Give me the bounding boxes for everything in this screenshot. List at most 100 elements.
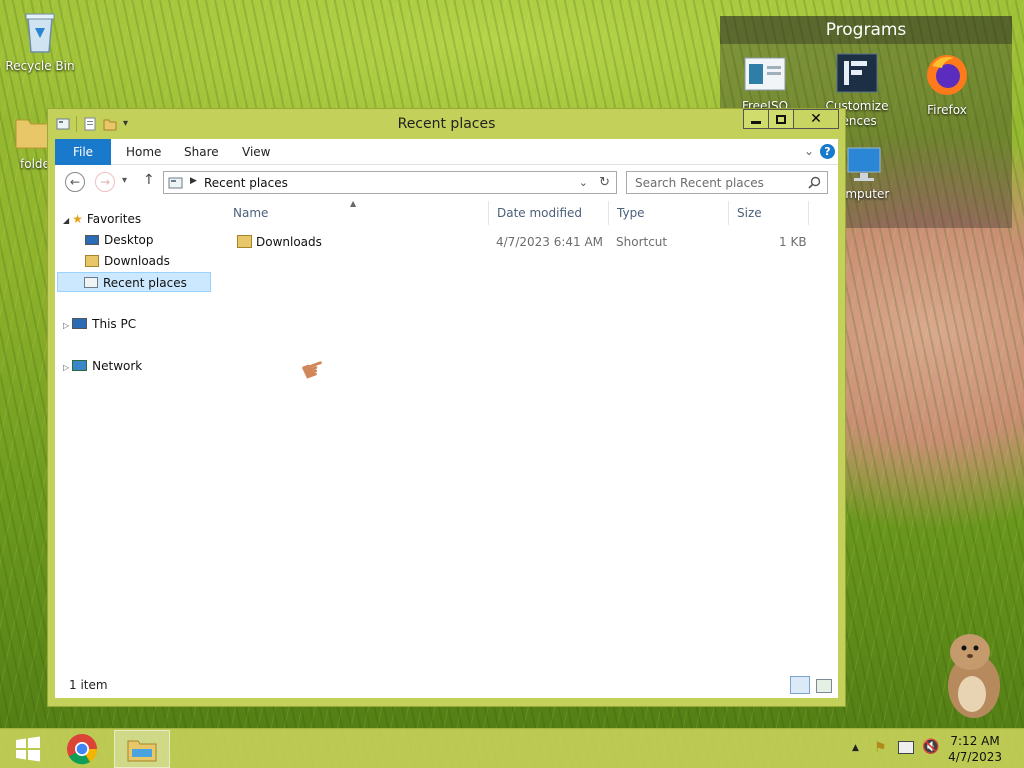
- title-bar[interactable]: ▾ Recent places ✕: [48, 109, 845, 139]
- downloads-folder-icon: [85, 255, 99, 267]
- column-header-size[interactable]: Size: [729, 201, 809, 225]
- minimize-button[interactable]: [743, 109, 769, 129]
- explorer-window: ▾ Recent places ✕ File Home Share View ⌄…: [47, 108, 846, 707]
- nav-favorites[interactable]: ◢ ★ Favorites: [63, 209, 213, 229]
- ribbon: File Home Share View ⌄ ?: [55, 139, 838, 165]
- network-tray-icon[interactable]: [898, 741, 914, 754]
- fence-title: Programs: [720, 16, 1012, 44]
- maximize-icon: [776, 114, 786, 124]
- computer-shortcut[interactable]: omputer: [838, 146, 928, 201]
- fences-app-icon: [836, 53, 878, 93]
- firefox-label: Firefox: [927, 103, 967, 117]
- column-header-type[interactable]: Type: [609, 201, 729, 225]
- nav-desktop-label: Desktop: [104, 233, 154, 247]
- row-type: Shortcut: [616, 235, 668, 249]
- taskbar-file-explorer[interactable]: [114, 730, 170, 768]
- nav-recent-places-label: Recent places: [103, 276, 187, 290]
- nav-recent-places[interactable]: Recent places: [57, 272, 211, 292]
- navigation-bar: ← → ▾ ↑ ▶ Recent places ⌄ ↻ Search Recen…: [55, 165, 838, 199]
- status-item-count: 1 item: [69, 678, 108, 692]
- address-history-chevron-icon[interactable]: ⌄: [579, 176, 588, 189]
- downloads-shortcut-icon: [237, 235, 252, 248]
- tab-home[interactable]: Home: [126, 139, 161, 165]
- minimize-icon: [751, 120, 761, 124]
- maximize-button[interactable]: [768, 109, 794, 129]
- hand-cursor-icon: ☛: [296, 349, 331, 390]
- recent-locations-chevron-icon[interactable]: ▾: [122, 175, 127, 186]
- trash-icon: [25, 13, 55, 53]
- nav-network-label: Network: [92, 359, 143, 373]
- collapsed-chevron-icon[interactable]: ▷: [63, 321, 69, 330]
- recent-places-icon: [84, 277, 98, 288]
- taskbar: ▲ ⚑ 🔇 7:12 AM 4/7/2023: [0, 728, 1024, 768]
- nav-this-pc-label: This PC: [92, 317, 137, 331]
- details-view-button[interactable]: [790, 676, 810, 694]
- address-bar[interactable]: ▶ Recent places ⌄ ↻: [163, 171, 617, 194]
- firefox-icon: [927, 55, 967, 95]
- app-window-icon: [744, 57, 786, 91]
- volume-muted-icon[interactable]: 🔇: [922, 739, 939, 755]
- network-icon: [72, 360, 88, 371]
- nav-downloads[interactable]: Downloads: [85, 251, 211, 271]
- forward-button[interactable]: →: [95, 172, 115, 192]
- navigation-pane[interactable]: ◢ ★ Favorites Desktop Downloads Recent pla…: [55, 199, 215, 698]
- nav-downloads-label: Downloads: [104, 254, 170, 268]
- hamster-mascot[interactable]: [942, 624, 1004, 722]
- desktop-icon: [85, 235, 99, 245]
- refresh-icon[interactable]: ↻: [599, 175, 610, 190]
- close-button[interactable]: ✕: [793, 109, 839, 129]
- column-header-date-modified[interactable]: Date modified: [489, 201, 609, 225]
- recycle-bin-label: Recycle Bin: [5, 59, 75, 73]
- breadcrumb[interactable]: Recent places: [204, 176, 288, 190]
- file-list[interactable]: ▲ Name Date modified Type Size Downloads…: [217, 199, 838, 698]
- up-arrow-icon: ↑: [143, 172, 155, 188]
- search-placeholder: Search Recent places: [635, 176, 764, 190]
- star-icon: ★: [72, 212, 83, 226]
- column-header-name[interactable]: Name: [225, 201, 489, 225]
- row-name[interactable]: Downloads: [256, 235, 322, 249]
- collapsed-chevron-icon[interactable]: ▷: [63, 363, 69, 372]
- up-button[interactable]: ↑: [143, 172, 155, 188]
- start-button[interactable]: [0, 730, 56, 768]
- search-box[interactable]: Search Recent places: [626, 171, 828, 194]
- expanded-chevron-icon[interactable]: ◢: [63, 216, 69, 225]
- tab-view[interactable]: View: [242, 139, 270, 165]
- nav-network[interactable]: ▷ Network: [63, 356, 213, 376]
- nav-favorites-label: Favorites: [86, 212, 142, 226]
- clock-date: 4/7/2023: [948, 750, 1002, 764]
- window-title: Recent places: [397, 116, 496, 132]
- breadcrumb-separator-icon[interactable]: ▶: [190, 176, 197, 186]
- freeiso-shortcut[interactable]: FreeISO: [720, 56, 810, 113]
- recent-places-icon: [168, 177, 183, 189]
- row-date-modified: 4/7/2023 6:41 AM: [496, 235, 604, 249]
- help-icon[interactable]: ?: [820, 144, 835, 159]
- window-controls: ✕: [743, 109, 839, 129]
- forward-arrow-icon: →: [99, 175, 111, 189]
- taskbar-chrome[interactable]: [54, 730, 110, 768]
- recycle-bin-icon[interactable]: Recycle Bin: [2, 8, 78, 73]
- nav-desktop[interactable]: Desktop: [85, 230, 211, 250]
- nav-this-pc[interactable]: ▷ This PC: [63, 314, 213, 334]
- expand-ribbon-chevron-icon[interactable]: ⌄: [804, 144, 814, 158]
- search-icon[interactable]: [808, 176, 821, 189]
- file-explorer-icon: [127, 740, 157, 762]
- tab-file[interactable]: File: [55, 139, 111, 165]
- show-hidden-icons-chevron-icon[interactable]: ▲: [852, 743, 859, 753]
- back-button[interactable]: ←: [65, 172, 85, 192]
- clock-time: 7:12 AM: [950, 734, 1000, 748]
- row-size: 1 KB: [779, 235, 807, 249]
- firefox-shortcut[interactable]: Firefox: [902, 52, 992, 117]
- clock[interactable]: 7:12 AM 4/7/2023: [948, 733, 1002, 765]
- large-icons-view-button[interactable]: [816, 679, 832, 693]
- back-arrow-icon: ←: [69, 175, 81, 189]
- computer-icon: [847, 147, 881, 181]
- chrome-icon: [67, 734, 98, 765]
- explorer-body: ◢ ★ Favorites Desktop Downloads Recent pla…: [55, 199, 838, 698]
- computer-label: omputer: [838, 187, 890, 201]
- tab-share[interactable]: Share: [184, 139, 219, 165]
- hamster-icon: [948, 634, 1000, 718]
- computer-icon: [72, 318, 88, 329]
- close-icon: ✕: [810, 111, 822, 127]
- action-center-flag-icon[interactable]: ⚑: [874, 740, 887, 756]
- windows-logo-icon: [16, 736, 40, 762]
